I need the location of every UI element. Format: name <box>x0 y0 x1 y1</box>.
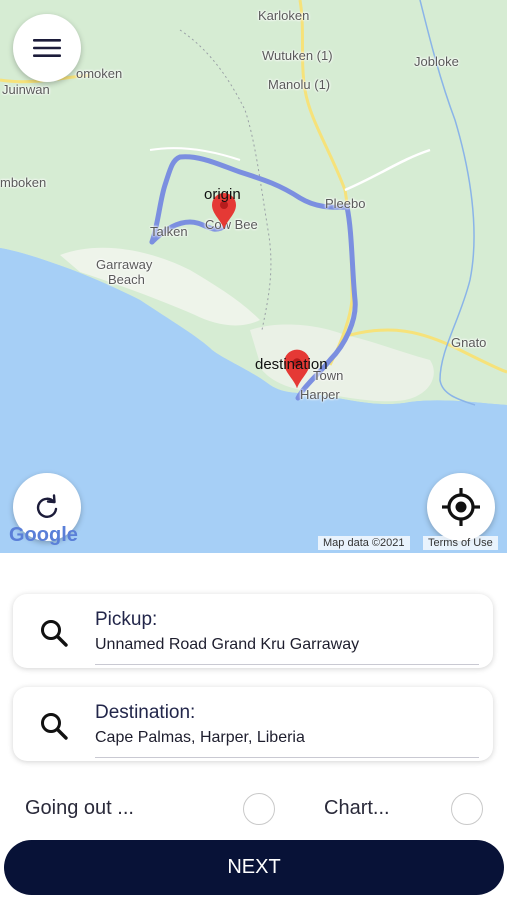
menu-button[interactable] <box>13 14 81 82</box>
place-label: Karloken <box>258 8 310 23</box>
going-out-radio[interactable] <box>243 793 275 825</box>
my-location-button[interactable] <box>427 473 495 541</box>
terms-link[interactable]: Terms of Use <box>423 536 498 550</box>
refresh-icon <box>36 494 58 518</box>
map-view[interactable]: Karloken Wutuken (1) Manolu (1) Jobloke … <box>0 0 507 553</box>
place-label: Juinwan <box>2 82 50 97</box>
search-icon <box>41 713 68 740</box>
pickup-value: Unnamed Road Grand Kru Garraway <box>95 636 360 653</box>
search-icon <box>41 620 68 647</box>
map-attribution: Map data ©2021 <box>318 536 410 550</box>
destination-value: Cape Palmas, Harper, Liberia <box>95 729 305 746</box>
destination-field[interactable]: Destination: Cape Palmas, Harper, Liberi… <box>13 687 493 761</box>
pickup-field[interactable]: Pickup: Unnamed Road Grand Kru Garraway <box>13 594 493 668</box>
charter-radio[interactable] <box>451 793 483 825</box>
place-label: Wutuken (1) <box>262 48 333 63</box>
google-logo: Google <box>9 524 78 546</box>
place-label: Pleebo <box>325 196 366 211</box>
divider <box>95 757 479 758</box>
pickup-title: Pickup: <box>95 609 158 630</box>
origin-label: origin <box>204 186 241 203</box>
place-label: Manolu (1) <box>268 77 331 92</box>
charter-label: Chart... <box>324 797 390 819</box>
going-out-label: Going out ... <box>25 797 134 819</box>
place-label: Garraway <box>96 257 153 272</box>
next-button[interactable]: NEXT <box>4 840 504 895</box>
place-label: Jobloke <box>414 54 459 69</box>
crosshair-icon <box>442 488 480 526</box>
destination-label: destination <box>255 356 328 373</box>
place-label: Talken <box>150 224 188 239</box>
place-label: mboken <box>0 175 47 190</box>
divider <box>95 664 479 665</box>
hamburger-icon <box>33 39 61 57</box>
map-canvas <box>0 0 507 553</box>
place-label: Gnato <box>451 335 487 350</box>
place-label: Beach <box>108 272 145 287</box>
place-label: omoken <box>76 66 123 81</box>
destination-title: Destination: <box>95 702 196 723</box>
